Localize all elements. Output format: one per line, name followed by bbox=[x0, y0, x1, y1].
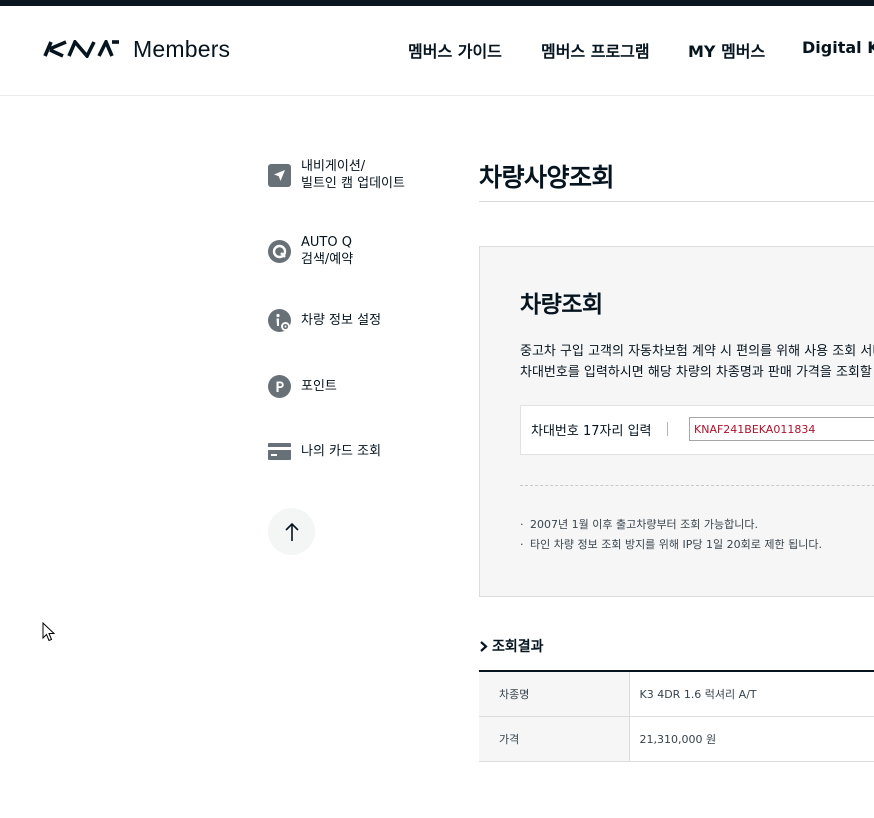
info-gear-icon bbox=[268, 309, 291, 332]
table-row: 차종명 K3 4DR 1.6 럭셔리 A/T bbox=[479, 671, 874, 717]
arrow-up-icon bbox=[284, 522, 299, 541]
notice-list: 2007년 1월 이후 출고차량부터 조회 가능합니다. 타인 차량 정보 조회… bbox=[520, 515, 822, 555]
search-description-line: 중고차 구입 고객의 자동차보험 계약 시 편의를 위해 사용 조회 서비스를 … bbox=[520, 344, 874, 359]
sidebar-item-label: 나의 카드 조회 bbox=[301, 444, 382, 459]
card-icon bbox=[268, 440, 291, 463]
search-description: 중고차 구입 고객의 자동차보험 계약 시 편의를 위해 사용 조회 서비스를 … bbox=[520, 341, 874, 383]
notice-item: 타인 차량 정보 조회 방지를 위해 IP당 1일 20회로 제한 됩니다. bbox=[520, 535, 822, 555]
vin-label: 차대번호 17자리 입력 bbox=[531, 424, 652, 439]
result-table: 차종명 K3 4DR 1.6 럭셔리 A/T 가격 21,310,000 원 bbox=[479, 670, 874, 762]
sidebar-item-label: AUTO Q 검색/예약 bbox=[301, 235, 354, 267]
sidebar-item-point[interactable]: 포인트 bbox=[268, 375, 337, 398]
result-heading: 조회결과 bbox=[479, 636, 544, 656]
vin-separator bbox=[667, 422, 668, 436]
nav-item-members-guide[interactable]: 멤버스 가이드 bbox=[408, 38, 502, 62]
mouse-cursor-icon bbox=[42, 622, 56, 642]
vehicle-search-panel: 차량조회 중고차 구입 고객의 자동차보험 계약 시 편의를 위해 사용 조회 … bbox=[479, 246, 874, 597]
global-nav: 멤버스 가이드 멤버스 프로그램 MY 멤버스 Digital Kia bbox=[0, 6, 874, 96]
scroll-top-button[interactable] bbox=[268, 508, 315, 555]
chevron-right-icon bbox=[480, 641, 488, 652]
search-panel-title: 차량조회 bbox=[520, 292, 603, 318]
table-row-value: K3 4DR 1.6 럭셔리 A/T bbox=[629, 671, 874, 717]
table-row-value: 21,310,000 원 bbox=[629, 716, 874, 762]
auto-q-icon bbox=[268, 239, 291, 263]
vin-input[interactable] bbox=[689, 417, 874, 441]
table-row-label: 가격 bbox=[479, 716, 630, 762]
sidebar-item-label: 차량 정보 설정 bbox=[301, 313, 382, 328]
point-icon bbox=[268, 375, 291, 398]
nav-item-digital-kia[interactable]: Digital Kia bbox=[802, 38, 874, 57]
sidebar-item-my-card[interactable]: 나의 카드 조회 bbox=[268, 440, 381, 463]
table-row-label: 차종명 bbox=[479, 671, 630, 717]
table-row: 가격 21,310,000 원 bbox=[479, 716, 874, 762]
sidebar-item-auto-q[interactable]: AUTO Q 검색/예약 bbox=[268, 234, 353, 268]
navigation-arrow-icon bbox=[268, 163, 291, 187]
page-title: 차량사양조회 bbox=[479, 163, 615, 192]
sidebar-item-navigation-update[interactable]: 내비게이션/ 빌트인 캠 업데이트 bbox=[268, 158, 405, 192]
nav-item-members-program[interactable]: 멤버스 프로그램 bbox=[541, 38, 650, 62]
site-header: Members 멤버스 가이드 멤버스 프로그램 MY 멤버스 Digital … bbox=[0, 6, 874, 96]
nav-item-my-members[interactable]: MY 멤버스 bbox=[688, 38, 765, 62]
sidebar-item-label: 포인트 bbox=[301, 379, 337, 394]
vin-input-row: 차대번호 17자리 입력 bbox=[520, 405, 874, 455]
search-description-line: 차대번호를 입력하시면 해당 차량의 차종명과 판매 가격을 조회할 수 있습니… bbox=[520, 365, 874, 380]
sidebar-item-label: 내비게이션/ 빌트인 캠 업데이트 bbox=[301, 159, 405, 191]
sidebar-item-vehicle-info-settings[interactable]: 차량 정보 설정 bbox=[268, 309, 381, 332]
dashed-divider bbox=[520, 485, 874, 486]
result-title: 조회결과 bbox=[492, 639, 544, 655]
notice-item: 2007년 1월 이후 출고차량부터 조회 가능합니다. bbox=[520, 515, 822, 535]
title-divider bbox=[479, 201, 874, 202]
